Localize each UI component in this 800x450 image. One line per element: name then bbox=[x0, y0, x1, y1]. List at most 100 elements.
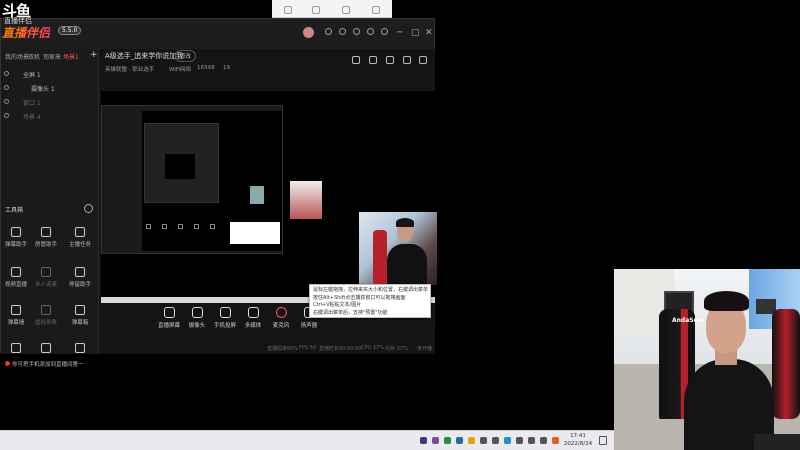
shop-icon[interactable] bbox=[386, 56, 394, 64]
media-icon bbox=[247, 307, 259, 318]
chair bbox=[373, 230, 387, 285]
tooltip-line: 右键调出菜单后，支持"预置"功能 bbox=[313, 309, 388, 316]
tool-danmu-wall[interactable]: 弹幕墙 bbox=[1, 305, 31, 335]
scene-item[interactable]: 摄像头 1 bbox=[1, 81, 99, 95]
volume-icon[interactable] bbox=[540, 437, 547, 444]
bell-icon[interactable] bbox=[403, 56, 411, 64]
tool-video-live[interactable]: 视频直播 bbox=[1, 267, 31, 297]
screen: 斗鱼 直播伴侣 直播伴侣 5.5.0 ─ ▢ ✕ 我的场景 双机 司家来 场景1… bbox=[0, 0, 800, 450]
ime-icon[interactable] bbox=[552, 437, 559, 444]
tab-scene-1[interactable]: 双机 bbox=[28, 52, 40, 61]
maximize-icon[interactable]: ▢ bbox=[411, 28, 420, 38]
tool-danmu-box[interactable]: 弹幕箱 bbox=[65, 305, 95, 335]
video-icon bbox=[11, 267, 21, 277]
tooltip-line: 鼠标左键拖拽，拉伸来实大小和位置，右键调出菜单 bbox=[313, 287, 429, 293]
stub-icon[interactable] bbox=[284, 6, 292, 14]
tray-icon[interactable] bbox=[456, 437, 463, 444]
person-hair bbox=[396, 218, 414, 227]
tool-multi-mic[interactable]: 多人连麦 bbox=[31, 267, 61, 297]
visibility-icon[interactable] bbox=[4, 71, 9, 76]
tool-extra[interactable] bbox=[65, 343, 95, 373]
system-clock[interactable]: 17:41 2022/8/24 bbox=[563, 432, 593, 448]
tab-scene-2[interactable]: 司家来 bbox=[43, 52, 61, 61]
add-tab-icon[interactable]: + bbox=[90, 50, 98, 60]
notice-bar[interactable]: 你可把手机添加到直播间第一 bbox=[5, 360, 84, 368]
live-preview-canvas[interactable] bbox=[101, 91, 437, 297]
tool-label: 弹幕墙 bbox=[7, 320, 25, 326]
nested-window-inner bbox=[165, 154, 195, 179]
status-cpu: CPU 37% bbox=[361, 345, 384, 351]
mail-icon[interactable] bbox=[367, 28, 374, 35]
status-bitrate: 直播码率60% bbox=[267, 346, 299, 352]
gift-icon[interactable] bbox=[352, 56, 360, 64]
scene-tabs: 我的场景 双机 司家来 场景1 + bbox=[1, 49, 99, 65]
scene-item[interactable]: 场景 4 bbox=[1, 109, 99, 123]
scene-panel: 我的场景 双机 司家来 场景1 + 全屏 1 摄像头 1 窗口 1 场景 4 工… bbox=[1, 49, 99, 368]
lock-icon[interactable] bbox=[369, 56, 377, 64]
tray-icon[interactable] bbox=[420, 437, 427, 444]
camera-source[interactable] bbox=[359, 212, 437, 285]
person-body bbox=[387, 244, 427, 285]
modify-title-button[interactable]: 修改 bbox=[175, 50, 197, 62]
brand-logo: 斗鱼 直播伴侣 直播伴侣 5.5.0 bbox=[0, 0, 95, 40]
chat-icon bbox=[11, 227, 21, 237]
wifi-icon[interactable] bbox=[528, 437, 535, 444]
nested-icon bbox=[194, 224, 199, 229]
tray-icon[interactable] bbox=[492, 437, 499, 444]
person-hair bbox=[704, 291, 749, 311]
tool-label: 弹幕助手 bbox=[4, 242, 27, 248]
clock-time: 17:41 bbox=[570, 433, 586, 439]
settings-icon[interactable] bbox=[381, 28, 388, 35]
message-icon[interactable] bbox=[325, 28, 332, 35]
tool-virtual-avatar[interactable]: 虚拟形象 bbox=[31, 305, 61, 335]
canvas-tooltip: 鼠标左键拖拽，拉伸来实大小和位置，右键调出菜单 按住Alt+Shift点击捕获窗… bbox=[309, 284, 431, 318]
tray-icon[interactable] bbox=[480, 437, 487, 444]
keyboard bbox=[754, 434, 800, 450]
tray-icon[interactable] bbox=[504, 437, 511, 444]
nested-camera-thumb bbox=[250, 186, 264, 204]
tray-icon[interactable] bbox=[516, 437, 523, 444]
tool-label: 弹幕箱 bbox=[71, 320, 89, 326]
minimize-icon[interactable]: ─ bbox=[397, 28, 402, 38]
nested-window bbox=[144, 123, 219, 203]
stream-title[interactable]: A级选手_追来学你说加我 bbox=[105, 51, 183, 61]
stub-icon[interactable] bbox=[372, 6, 380, 14]
tray-icon[interactable] bbox=[432, 437, 439, 444]
nested-screen-capture[interactable] bbox=[101, 105, 322, 254]
scene-label: 全屏 1 bbox=[23, 72, 41, 79]
tool-streamer-task[interactable]: 主播任务 bbox=[65, 227, 95, 257]
share-icon[interactable] bbox=[419, 56, 427, 64]
tool-label: 房管助手 bbox=[34, 242, 57, 248]
tray-icon[interactable] bbox=[444, 437, 451, 444]
close-icon[interactable]: ✕ bbox=[425, 28, 433, 38]
stub-icon[interactable] bbox=[342, 6, 350, 14]
tab-scene-3[interactable]: 场景1 bbox=[63, 52, 79, 61]
visibility-icon[interactable] bbox=[4, 85, 9, 90]
scene-item[interactable]: 窗口 1 bbox=[1, 95, 99, 109]
skin-icon[interactable] bbox=[339, 28, 346, 35]
notification-icon[interactable] bbox=[353, 28, 360, 35]
notification-center-icon[interactable] bbox=[599, 436, 607, 445]
nested-icon bbox=[146, 224, 151, 229]
tray-icon[interactable] bbox=[468, 437, 475, 444]
tool-stay-assistant[interactable]: 停留助手 bbox=[65, 267, 95, 297]
version-badge: 5.5.0 bbox=[58, 26, 82, 35]
tool-extra[interactable] bbox=[1, 343, 31, 373]
visibility-icon[interactable] bbox=[4, 113, 9, 118]
tool-danmu-assistant[interactable]: 弹幕助手 bbox=[1, 227, 31, 257]
tooltip-line: 按住Alt+Shift点击捕获窗口可以拖拽画面 bbox=[313, 294, 406, 301]
stream-category[interactable]: 英雄联盟 · 职业选手 bbox=[105, 65, 154, 73]
tab-scene-0[interactable]: 我的场景 bbox=[5, 52, 29, 61]
stub-icon[interactable] bbox=[312, 6, 320, 14]
wall-icon bbox=[11, 305, 21, 315]
tool-room-admin[interactable]: 房管助手 bbox=[31, 227, 61, 257]
user-avatar[interactable] bbox=[303, 27, 314, 38]
network-status: WiFi网络 bbox=[169, 67, 192, 73]
status-live: 未开播 bbox=[417, 346, 433, 352]
background-window-stub[interactable] bbox=[272, 0, 392, 18]
scene-item[interactable]: 全屏 1 bbox=[1, 67, 99, 81]
toolbox-close-icon[interactable] bbox=[84, 204, 93, 213]
visibility-icon[interactable] bbox=[4, 99, 9, 104]
status-duration: 直播时长00:00:00 bbox=[319, 346, 362, 352]
tool-extra[interactable] bbox=[31, 343, 61, 373]
